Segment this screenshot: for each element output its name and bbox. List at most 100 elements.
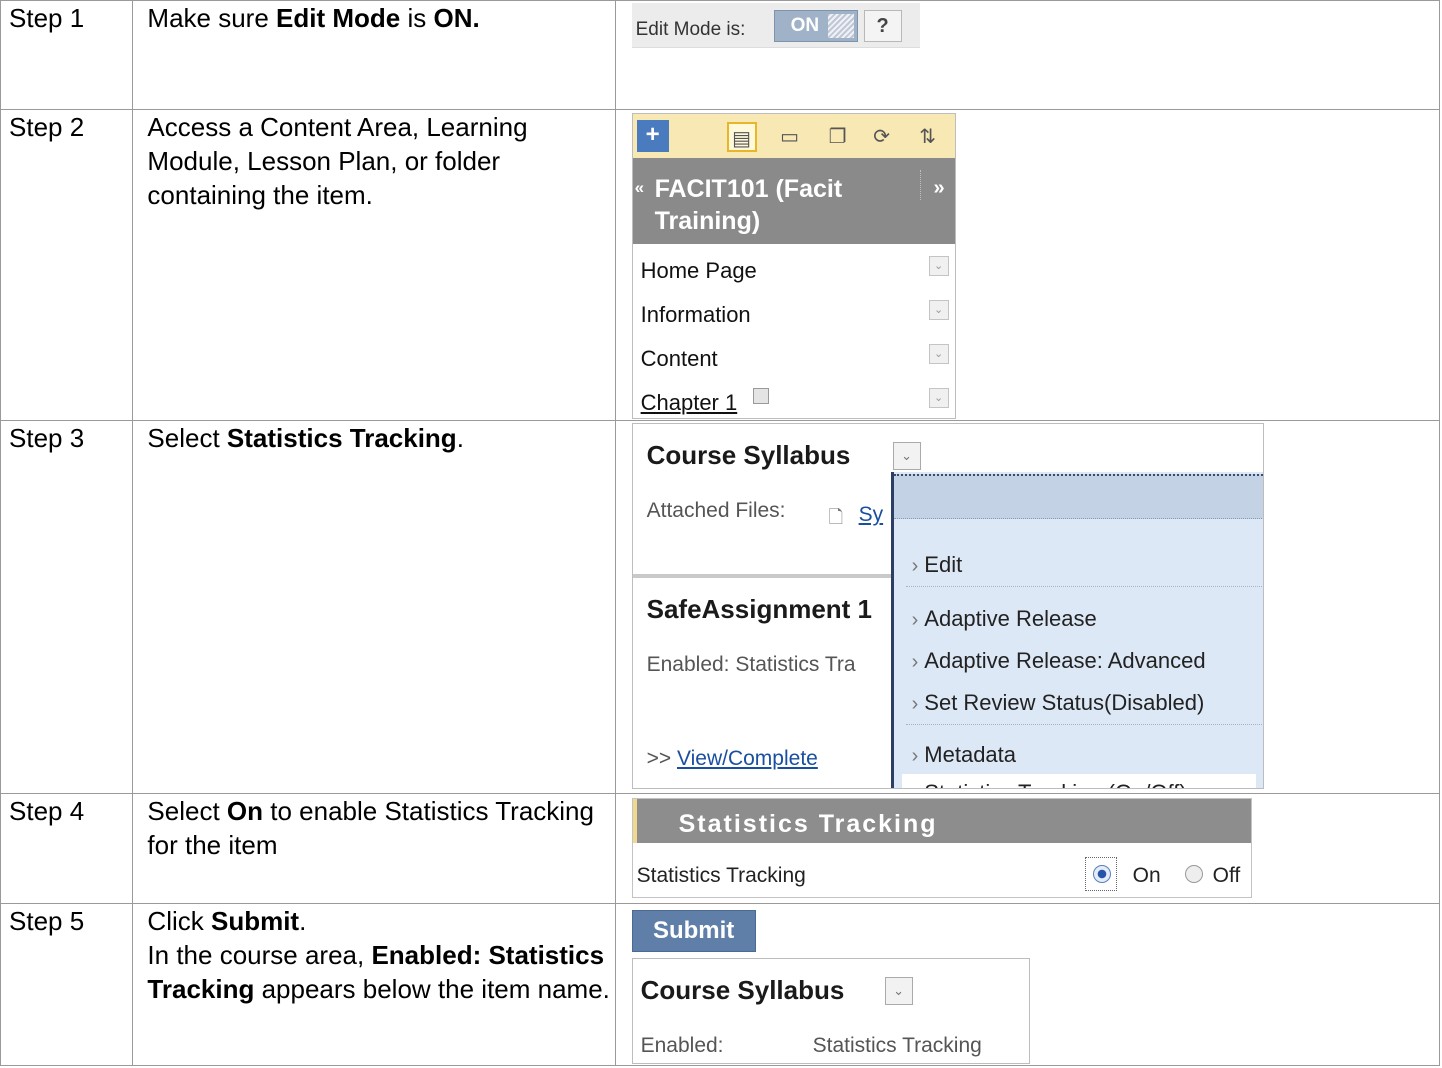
step-instruction: Access a Content Area, Learning Module, …	[132, 109, 616, 421]
context-dropdown-menu: Edit Adaptive Release Adaptive Release: …	[890, 472, 1263, 788]
step-row: Step 1 Make sure Edit Mode is ON. Edit M…	[0, 0, 1441, 110]
instruction-bold: Statistics Tracking	[226, 423, 457, 453]
step-instruction: Select On to enable Statistics Tracking …	[132, 793, 616, 904]
submit-button[interactable]: Submit	[631, 910, 756, 952]
off-label[interactable]: Off	[1213, 859, 1241, 893]
chevron-down-icon[interactable]: ⌄	[928, 256, 949, 276]
instruction-text: Make sure	[147, 3, 277, 33]
help-button[interactable]: ?	[863, 10, 902, 42]
chevron-down-icon[interactable]: ⌄	[928, 388, 949, 408]
menu-item-edit[interactable]: Edit	[912, 548, 962, 583]
step-label-cell: Step 2	[0, 109, 134, 421]
dropdown-header	[893, 474, 1263, 519]
menu-item-metadata[interactable]: Metadata	[912, 738, 1016, 773]
step-row: Step 2 Access a Content Area, Learning M…	[0, 109, 1441, 421]
folder-icon[interactable]: ▭	[775, 122, 805, 152]
steps-table: Step 1 Make sure Edit Mode is ON. Edit M…	[0, 0, 1441, 1066]
step-row: Step 4 Select On to enable Statistics Tr…	[0, 793, 1441, 904]
view-complete-link[interactable]: View/Complete	[677, 747, 818, 770]
section-header-title: Statistics Tracking	[678, 810, 938, 838]
menu-item-label: Content	[640, 346, 718, 371]
sort-icon[interactable]: ⇅	[913, 122, 943, 152]
step-label-cell: Step 3	[0, 420, 134, 794]
enabled-text: Enabled: Statistics Tra	[646, 653, 856, 676]
menu-item[interactable]: Content ⌄	[633, 332, 955, 376]
step-row: Step 5 Click Submit. In the course area, …	[0, 903, 1441, 1066]
attached-file-link[interactable]: Sy	[859, 498, 884, 532]
course-menu-toolbar: + ▤ ▭ ❐ ⟳ ⇅	[632, 114, 955, 158]
step-label-cell: Step 1	[0, 0, 134, 110]
step-instruction: Click Submit. In the course area, Enabled…	[132, 903, 616, 1066]
divider	[632, 574, 903, 578]
menu-item-label: Information	[640, 302, 751, 327]
off-radio[interactable]	[1184, 865, 1203, 883]
menu-item-set-review-status[interactable]: Set Review Status(Disabled)	[912, 686, 1204, 721]
step-row: Step 3 Select Statistics Tracking. Cours…	[0, 420, 1441, 794]
on-label[interactable]: On	[1133, 859, 1161, 893]
view-prefix: >>	[646, 747, 672, 770]
menu-item-adaptive-release-advanced[interactable]: Adaptive Release: Advanced	[912, 644, 1205, 679]
window-icon[interactable]: ❐	[823, 122, 853, 152]
refresh-icon[interactable]: ⟳	[867, 122, 897, 152]
step-screenshot-cell: + ▤ ▭ ❐ ⟳ ⇅ « FACIT101 (Facit Training) …	[614, 109, 1441, 421]
instruction-text: Select	[147, 796, 227, 826]
section-header: Statistics Tracking	[632, 799, 1251, 843]
item-title: Course Syllabus	[646, 440, 851, 470]
instruction-text: In the course area,	[147, 940, 372, 970]
file-icon: 🗋	[828, 507, 844, 527]
plus-icon[interactable]: +	[636, 120, 669, 152]
course-menu: + ▤ ▭ ❐ ⟳ ⇅ « FACIT101 (Facit Training) …	[631, 113, 956, 420]
divider	[905, 724, 1262, 725]
enabled-value: Statistics Tracking	[812, 1034, 982, 1057]
instruction-bold: Submit	[210, 906, 300, 936]
instruction-text: is	[400, 3, 434, 33]
course-menu-header[interactable]: « FACIT101 (Facit Training) »	[632, 158, 955, 244]
statistics-tracking-form: Statistics Tracking Statistics Tracking …	[631, 798, 1252, 898]
instruction-text: appears below the item name.	[254, 974, 610, 1004]
instruction-text: Access a Content Area, Learning Module, …	[147, 112, 528, 210]
view-complete: >> View/Complete	[647, 742, 818, 776]
step-instruction: Make sure Edit Mode is ON.	[132, 0, 616, 110]
chevron-down-icon[interactable]: ⌄	[928, 300, 949, 320]
edit-mode-label: Edit Mode is:	[635, 19, 746, 40]
menu-item[interactable]: Home Page ⌄	[633, 244, 955, 288]
instruction-bold: Edit Mode	[276, 3, 401, 33]
collapse-icon[interactable]: «	[635, 172, 644, 204]
step-label: Step 5	[9, 906, 85, 936]
list-icon[interactable]: ▤	[726, 122, 757, 152]
enabled-label: Enabled:	[640, 1034, 724, 1057]
chevron-down-icon[interactable]: ⌄	[884, 977, 913, 1005]
course-title: FACIT101 (Facit Training)	[654, 175, 843, 235]
item-title: SafeAssignment 1	[646, 594, 873, 624]
menu-item-label[interactable]: Chapter 1	[641, 386, 738, 420]
divider	[919, 170, 921, 200]
instruction-text: .	[299, 906, 307, 936]
on-radio[interactable]	[1092, 865, 1111, 883]
step-screenshot-cell: Submit Course Syllabus ⌄ Enabled: Statis…	[614, 903, 1441, 1066]
menu-item-adaptive-release[interactable]: Adaptive Release	[912, 602, 1096, 637]
toggle-stripe	[827, 14, 854, 38]
attached-files-label: Attached Files:	[646, 499, 786, 522]
step-screenshot-cell: Statistics Tracking Statistics Tracking …	[614, 793, 1441, 904]
course-syllabus-item: Course Syllabus ⌄ Enabled: Statistics Tr…	[631, 958, 1030, 1064]
edit-mode-on-button[interactable]: ON	[773, 10, 858, 42]
menu-item-statistics-tracking[interactable]: Statistics Tracking (On/Off)	[901, 774, 1256, 788]
menu-item-label: Home Page	[640, 258, 757, 283]
chevron-down-icon[interactable]: ⌄	[892, 442, 921, 470]
step-label-cell: Step 5	[0, 903, 134, 1066]
step-label: Step 4	[9, 796, 85, 826]
divider	[905, 586, 1262, 587]
menu-item[interactable]: Chapter 1 ⌄	[633, 376, 955, 420]
field-label: Statistics Tracking	[636, 864, 806, 887]
step-label-cell: Step 4	[0, 793, 134, 904]
instruction-text: Select	[147, 423, 227, 453]
step-instruction: Select Statistics Tracking.	[132, 420, 616, 794]
instruction-text: .	[456, 423, 464, 453]
step-screenshot-cell: Edit Mode is: ON ?	[614, 0, 1441, 110]
chevron-down-icon[interactable]: ⌄	[928, 344, 949, 364]
step-label: Step 2	[9, 112, 85, 142]
item-title: Course Syllabus	[640, 975, 845, 1005]
expand-arrow-icon[interactable]: »	[933, 172, 944, 204]
menu-item[interactable]: Information ⌄	[633, 288, 955, 332]
step-label: Step 1	[9, 3, 85, 33]
